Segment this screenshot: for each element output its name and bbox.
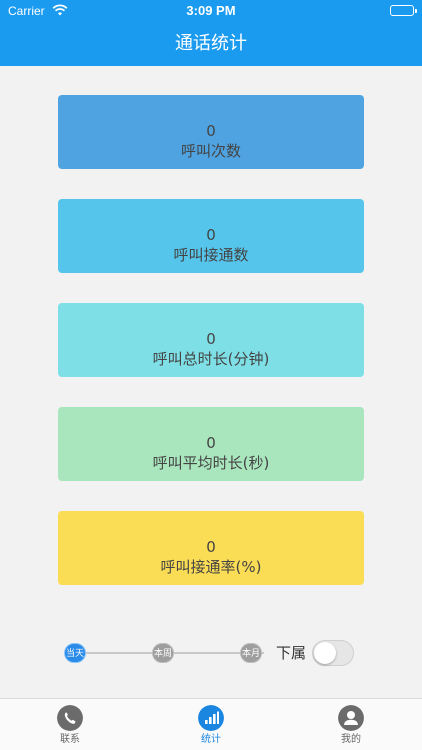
stat-value: 0 [206, 226, 216, 244]
stat-card-average-duration: 0 呼叫平均时长(秒) [58, 407, 364, 481]
stat-card-call-count: 0 呼叫次数 [58, 95, 364, 169]
subordinate-label: 下属 [276, 644, 307, 662]
range-option-month[interactable]: 本月 [240, 643, 262, 663]
stat-value: 0 [206, 434, 216, 452]
tab-profile[interactable]: 我的 [321, 705, 381, 747]
stat-label: 呼叫接通率(%) [160, 558, 262, 576]
battery-icon [390, 5, 417, 16]
tab-label: 统计 [201, 734, 221, 745]
stat-label: 呼叫接通数 [173, 246, 249, 264]
stats-list: 0 呼叫次数 0 呼叫接通数 0 呼叫总时长(分钟) 0 呼叫平均时长(秒) 0… [58, 95, 364, 615]
tab-bar: 联系 统计 我的 [0, 698, 422, 750]
stat-label: 呼叫平均时长(秒) [152, 454, 270, 472]
stat-card-total-duration: 0 呼叫总时长(分钟) [58, 303, 364, 377]
stat-value: 0 [206, 538, 216, 556]
user-icon [338, 705, 364, 731]
subordinate-toggle[interactable] [312, 640, 354, 666]
tab-label: 联系 [60, 734, 80, 745]
stat-label: 呼叫总时长(分钟) [152, 350, 270, 368]
stat-card-connected-count: 0 呼叫接通数 [58, 199, 364, 273]
time-range-selector: 当天 本周 本月 下属 [62, 640, 362, 666]
stat-label: 呼叫次数 [180, 142, 241, 160]
tab-statistics[interactable]: 统计 [181, 705, 241, 747]
range-option-week[interactable]: 本周 [152, 643, 174, 663]
status-bar: Carrier 3:09 PM [0, 0, 422, 22]
toggle-knob [314, 642, 336, 664]
range-option-today[interactable]: 当天 [64, 643, 86, 663]
page-title: 通话统计 [0, 22, 422, 66]
tab-label: 我的 [341, 734, 361, 745]
clock: 3:09 PM [186, 3, 236, 18]
phone-icon [57, 705, 83, 731]
stat-card-connect-rate: 0 呼叫接通率(%) [58, 511, 364, 585]
stat-value: 0 [206, 330, 216, 348]
bar-chart-icon [198, 705, 224, 731]
tab-contacts[interactable]: 联系 [40, 705, 100, 747]
stat-value: 0 [206, 122, 216, 140]
